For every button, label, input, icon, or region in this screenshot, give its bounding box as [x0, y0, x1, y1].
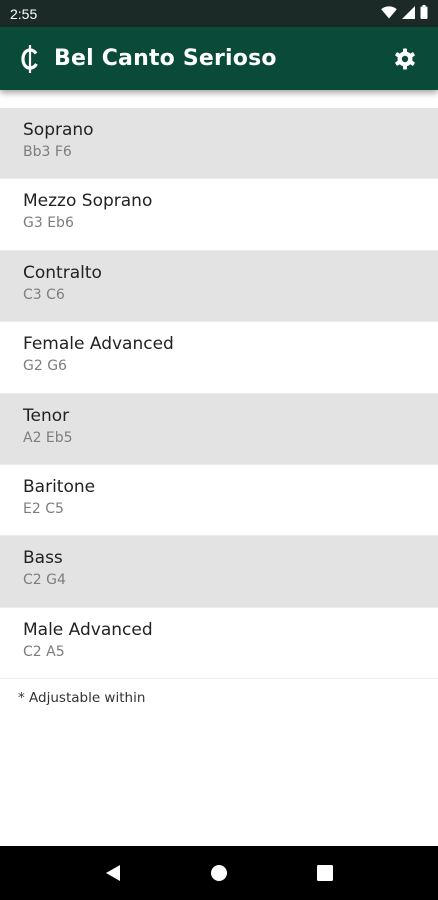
list-item-baritone[interactable]: Baritone E2 C5 [0, 465, 438, 537]
back-button[interactable] [93, 853, 133, 893]
status-time: 2:55 [10, 5, 38, 22]
footnote: * Adjustable within [18, 690, 146, 706]
cut-time-c-icon [18, 43, 42, 75]
back-icon [106, 865, 120, 881]
app-title: Bel Canto Serioso [54, 46, 277, 71]
app-bar: Bel Canto Serioso [0, 27, 438, 90]
voice-name: Male Advanced [23, 619, 153, 640]
list-item-contralto[interactable]: Contralto C3 C6 [0, 250, 438, 323]
voice-range: C2 A5 [23, 643, 65, 660]
list-item-tenor[interactable]: Tenor A2 Eb5 [0, 393, 438, 465]
list-item-male-advanced[interactable]: Male Advanced C2 A5 [0, 608, 438, 680]
voice-name: Bass [23, 548, 63, 569]
voice-name: Mezzo Soprano [23, 191, 153, 212]
battery-icon [420, 4, 428, 23]
voice-name: Contralto [23, 262, 102, 283]
voice-range: G2 G6 [23, 358, 67, 375]
home-button[interactable] [199, 853, 239, 893]
voice-name: Baritone [23, 476, 96, 497]
signal-icon [402, 4, 415, 23]
status-icons [381, 4, 428, 23]
list-item-female-advanced[interactable]: Female Advanced G2 G6 [0, 322, 438, 394]
voice-range: C3 C6 [23, 286, 65, 303]
voice-name: Tenor [23, 405, 70, 426]
navigation-bar [0, 846, 438, 900]
status-bar: 2:55 [0, 0, 438, 27]
voice-range: G3 Eb6 [23, 215, 74, 232]
gear-icon [395, 48, 415, 69]
voice-range: Bb3 F6 [23, 144, 72, 160]
list-item-bass[interactable]: Bass C2 G4 [0, 536, 438, 608]
recents-icon [317, 865, 333, 881]
home-icon [211, 865, 227, 881]
settings-button[interactable] [388, 42, 422, 76]
voice-name: Soprano [23, 120, 94, 140]
list-item-mezzo-soprano[interactable]: Mezzo Soprano G3 Eb6 [0, 179, 438, 251]
voice-range: C2 G4 [23, 572, 66, 589]
list-item-soprano[interactable]: Soprano Bb3 F6 [0, 108, 438, 180]
voice-range: A2 Eb5 [23, 429, 73, 446]
voice-name: Female Advanced [23, 334, 174, 355]
voice-type-list: Soprano Bb3 F6 Mezzo Soprano G3 Eb6 Cont… [0, 108, 438, 680]
voice-range: E2 C5 [23, 500, 64, 517]
wifi-icon [381, 4, 397, 23]
recents-button[interactable] [305, 853, 345, 893]
